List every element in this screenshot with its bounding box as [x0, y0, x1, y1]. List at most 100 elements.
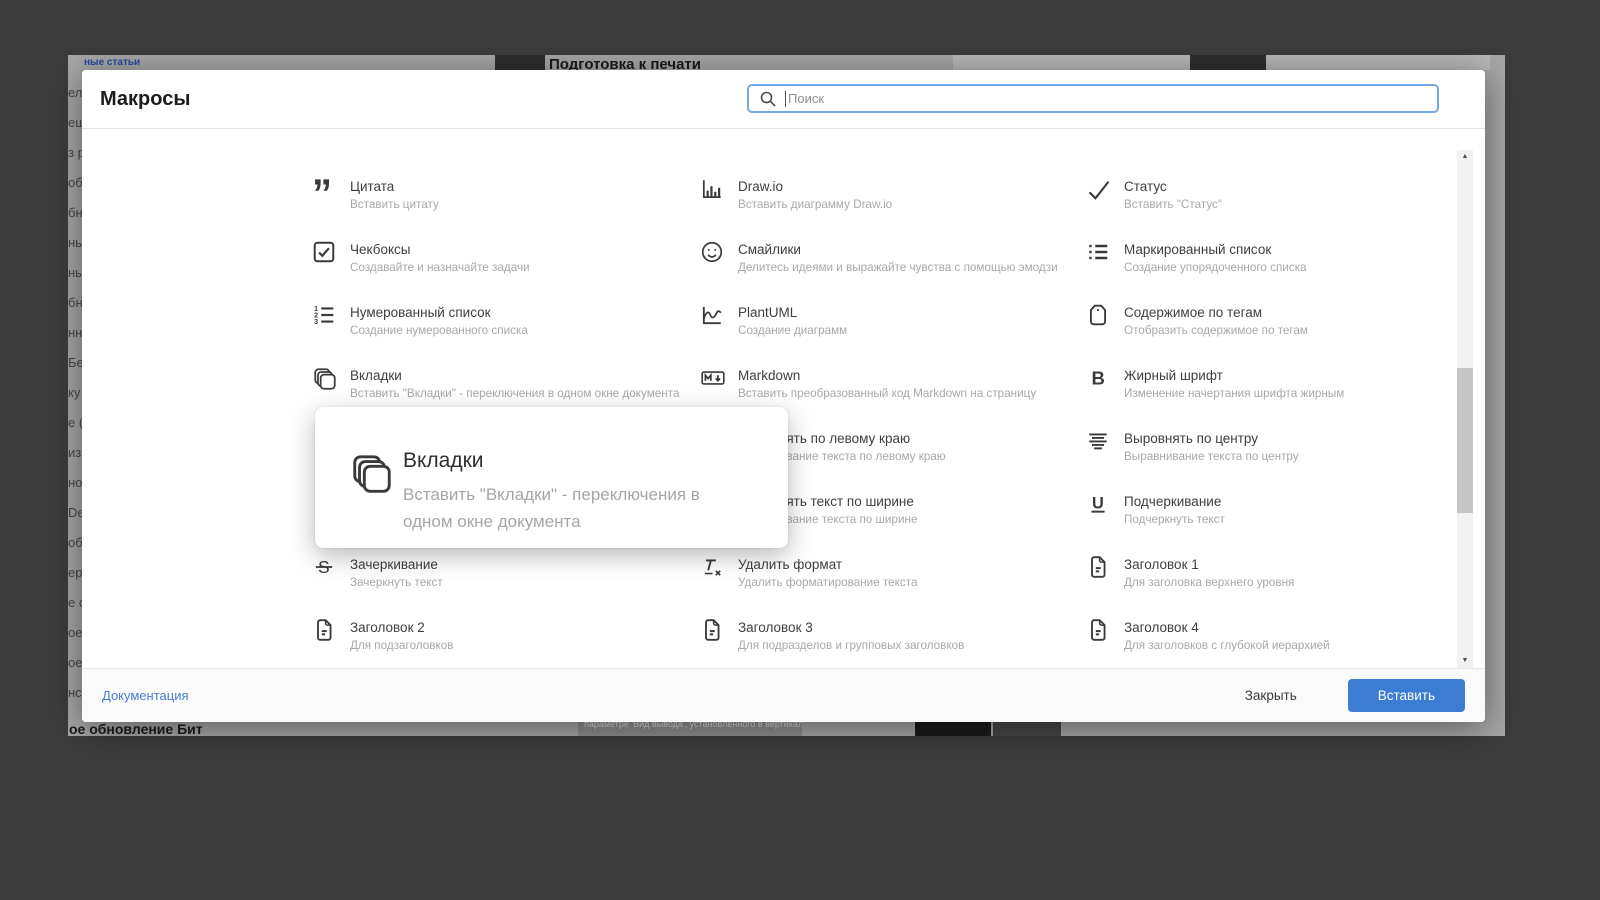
backdrop-text-fragment: De	[68, 505, 83, 520]
macro-title: Статус	[1124, 179, 1167, 194]
macro-description: Подчеркнуть текст	[1124, 513, 1225, 526]
macro-item-plantuml[interactable]: PlantUML Создание диаграмм	[700, 304, 847, 337]
document-icon	[312, 618, 340, 652]
backdrop-link-fragment: ные статьи	[84, 57, 141, 68]
scrollbar[interactable]: ▲ ▼	[1457, 150, 1473, 668]
svg-text:3: 3	[314, 318, 318, 326]
macro-item-bold[interactable]: B Жирный шрифт Изменение начертания шрифта…	[1086, 367, 1344, 400]
macro-title: Жирный шрифт	[1124, 368, 1223, 383]
macro-description: Делитесь идеями и выражайте чувства с по…	[738, 261, 1058, 274]
macro-item-emoji[interactable]: Смайлики Делитесь идеями и выражайте чувс…	[700, 241, 1058, 274]
macro-title: Содержимое по тегам	[1124, 305, 1262, 320]
backdrop-text-fragment: нс	[68, 685, 82, 700]
macro-description: Для заголовка верхнего уровня	[1124, 576, 1295, 589]
macro-item-checkboxes[interactable]: Чекбоксы Создавайте и назначайте задачи	[312, 241, 530, 274]
macro-item-clear-format[interactable]: Удалить формат Удалить форматирование тек…	[700, 556, 917, 589]
svg-text:B: B	[1091, 368, 1104, 389]
macro-title: Заголовок 1	[1124, 557, 1199, 572]
backdrop-text-fragment: е (	[68, 415, 83, 430]
macro-title: PlantUML	[738, 305, 798, 320]
strikethrough-icon: S	[312, 555, 340, 589]
macro-description: Удалить форматирование текста	[738, 576, 918, 589]
macro-description: Создание диаграмм	[738, 324, 848, 337]
macro-title: Выровнять по центру	[1124, 431, 1259, 446]
macro-title: Вкладки	[350, 368, 402, 383]
backdrop-text-fragment: нн	[68, 325, 83, 340]
macro-description: Создавайте и назначайте задачи	[350, 261, 530, 274]
macro-item-heading1[interactable]: Заголовок 1 Для заголовка верхнего уровня	[1086, 556, 1294, 589]
backdrop-text-fragment: из	[68, 445, 82, 460]
scrollbar-thumb[interactable]	[1457, 368, 1473, 513]
macro-item-heading3[interactable]: Заголовок 3 Для подразделов и групповых з…	[700, 619, 964, 652]
documentation-link[interactable]: Документация	[102, 688, 189, 703]
macro-description: Зачеркнуть текст	[350, 576, 443, 589]
backdrop-text-fragment: ели	[68, 85, 83, 100]
insert-button[interactable]: Вставить	[1347, 679, 1465, 712]
macro-title: Чекбоксы	[350, 242, 411, 257]
macro-description: Вставить "Статус"	[1124, 198, 1223, 211]
document-icon	[700, 618, 728, 652]
macro-item-content-by-tags[interactable]: Содержимое по тегам Отобразить содержимое…	[1086, 304, 1308, 337]
macro-tooltip-card: Вкладки Вставить "Вкладки" - переключени…	[315, 407, 788, 548]
macro-item-heading4[interactable]: Заголовок 4 Для заголовков с глубокой иер…	[1086, 619, 1330, 652]
tabs-icon	[312, 366, 340, 400]
macro-description: Вставить диаграмму Draw.io	[738, 198, 893, 211]
macro-description: Изменение начертания шрифта жирным	[1124, 387, 1345, 400]
macro-item-tabs[interactable]: Вкладки Вставить "Вкладки" - переключения…	[312, 367, 679, 400]
macro-title: Удалить формат	[738, 557, 843, 572]
macro-item-strikethrough[interactable]: S Зачеркивание Зачеркнуть текст	[312, 556, 443, 589]
macro-description: Создание нумерованного списка	[350, 324, 528, 337]
macro-item-status[interactable]: Статус Вставить "Статус"	[1086, 178, 1222, 211]
backdrop-text-fragment: бн	[68, 295, 83, 310]
macro-description: Вставить преобразованный код Markdown на…	[738, 387, 1037, 400]
backdrop-text-fragment: е о	[68, 595, 83, 610]
macro-title: Заголовок 4	[1124, 620, 1199, 635]
macro-item-numbered-list[interactable]: 1 2 3 Нумерованный список Создание нумерован…	[312, 304, 528, 337]
macro-item-underline[interactable]: U Подчеркивание Подчеркнуть текст	[1086, 493, 1225, 526]
macro-title: Зачеркивание	[350, 557, 438, 572]
svg-text:”: ”	[312, 177, 332, 201]
macro-item-drawio[interactable]: Draw.io Вставить диаграмму Draw.io	[700, 178, 892, 211]
backdrop-text-fragment: но	[68, 475, 83, 490]
macro-title: Нумерованный список	[350, 305, 491, 320]
macro-title: Draw.io	[738, 179, 784, 194]
dialog-footer: Документация Закрыть Вставить	[82, 668, 1485, 722]
quote-icon: ”	[312, 177, 340, 211]
backdrop-text-fragment: нь	[68, 235, 82, 250]
macro-title: Markdown	[738, 368, 801, 383]
plantuml-icon	[700, 303, 728, 337]
macro-title: Заголовок 3	[738, 620, 813, 635]
macro-title: Цитата	[350, 179, 395, 194]
checkbox-icon	[312, 240, 340, 274]
macro-item-bullet-list[interactable]: Маркированный список Создание упорядоченн…	[1086, 241, 1307, 274]
bar-chart-icon	[700, 177, 728, 211]
backdrop-text-fragment: ер	[68, 565, 83, 580]
scrollbar-up-arrow[interactable]: ▲	[1457, 150, 1473, 164]
backdrop-text-fragment: об	[68, 535, 83, 550]
close-button[interactable]: Закрыть	[1239, 687, 1303, 704]
document-icon	[1086, 618, 1114, 652]
check-icon	[1086, 177, 1114, 211]
macro-title: Маркированный список	[1124, 242, 1272, 257]
macro-description: Отобразить содержимое по тегам	[1124, 324, 1308, 337]
macro-item-heading2[interactable]: Заголовок 2 Для подзаголовков	[312, 619, 453, 652]
underline-icon: U	[1086, 492, 1114, 526]
backdrop-text-fragment: ое	[68, 625, 83, 640]
tooltip-title: Вкладки	[403, 449, 484, 472]
scrollbar-down-arrow[interactable]: ▼	[1457, 654, 1473, 668]
tooltip-tabs-icon	[349, 451, 395, 502]
macro-item-align-center[interactable]: Выровнять по центру Выравнивание текста п…	[1086, 430, 1299, 463]
macro-grid: Заголовок 4 Для заголовков с глубокой иер…	[82, 70, 1485, 722]
macro-item-markdown[interactable]: Markdown Вставить преобразованный код Mar…	[700, 367, 1036, 400]
macro-item-quote[interactable]: ” Цитата Вставить цитату	[312, 177, 439, 211]
macro-description: Вставить цитату	[350, 198, 439, 211]
backdrop-text-fragment: ку	[68, 385, 81, 400]
numbered-list-icon: 123	[312, 303, 340, 337]
bold-icon: B	[1086, 366, 1114, 400]
backdrop-bottom-fragment: ое обновление Бит	[69, 721, 203, 737]
macro-description: Для подзаголовков	[350, 639, 454, 652]
macro-title: Подчеркивание	[1124, 494, 1222, 509]
macro-description: Для подразделов и групповых заголовков	[738, 639, 965, 652]
smiley-icon	[700, 240, 728, 274]
backdrop-text-fragment: бн	[68, 205, 83, 220]
